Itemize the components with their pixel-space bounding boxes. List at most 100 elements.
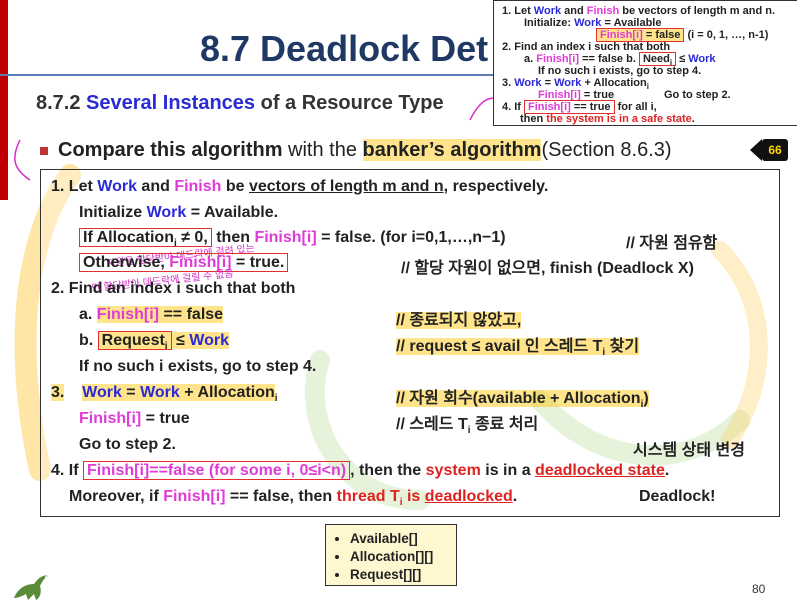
- algo-line-8: If no such i exists, go to step 4.: [79, 358, 317, 375]
- text: and: [136, 178, 175, 195]
- text: = true: [141, 410, 190, 427]
- safety-algorithm-inset: 1. Let Work and Finish be vectors of len…: [493, 0, 797, 126]
- subtitle-highlight: Several Instances: [86, 92, 256, 114]
- work-term: Work: [554, 77, 582, 89]
- finish-condition: Finish[i]==false (for some i, 0≤i<n): [83, 461, 351, 480]
- text: be: [221, 178, 249, 195]
- text: Otherwise,: [83, 254, 170, 271]
- text: (i = 0, 1, …, n-1): [684, 29, 769, 41]
- text: for all i,: [614, 101, 657, 113]
- subscript: i: [164, 341, 168, 353]
- text: a.: [524, 53, 537, 65]
- text: ): [643, 390, 649, 407]
- finish-term: Finish[i]: [96, 306, 160, 323]
- slide-ref-badge[interactable]: 66: [750, 139, 788, 161]
- text: is in a: [480, 462, 536, 479]
- bullet-square-icon: [40, 146, 48, 155]
- algo-line-3: If Allocationi ≠ 0, then Finish[i] = fal…: [79, 228, 506, 249]
- step-number: 3.: [51, 384, 65, 401]
- text: a.: [79, 306, 97, 323]
- text: .: [512, 488, 518, 505]
- subtitle-prefix: 8.7.2: [36, 92, 87, 114]
- algo-line-5: 2. Find an index i such that both: [51, 280, 296, 297]
- text: , then the: [350, 462, 426, 479]
- inset-finish-true-box: Finish[i] == true: [524, 100, 615, 114]
- finish-term: Finish: [174, 178, 222, 195]
- text: // 스레드 T: [396, 416, 468, 433]
- comment-not-finished: // 종료되지 않았고,: [396, 306, 522, 330]
- algo-line-7: b. Requesti ≤ Work: [79, 331, 229, 353]
- finish-term: Finish: [586, 5, 620, 17]
- text: , respectively.: [443, 178, 549, 195]
- text: Moreover, if: [69, 488, 164, 505]
- algorithm-box: 1. Let Work and Finish be vectors of len…: [40, 169, 780, 517]
- dinosaur-logo-icon: [14, 575, 48, 600]
- work-term: Work: [140, 384, 180, 401]
- algo-line-10: Finish[i] = true: [79, 410, 190, 428]
- request-term: Request: [101, 332, 165, 349]
- text: and: [561, 5, 587, 17]
- text: + Allocation: [179, 384, 275, 401]
- text: // 자원 회수(available + Allocation: [396, 390, 641, 407]
- text: .: [664, 462, 670, 479]
- subscript: i: [274, 393, 278, 405]
- text: ≤: [676, 53, 689, 65]
- text: Let: [68, 178, 98, 195]
- comment-holds-resource: // 자원 점유함: [626, 235, 718, 252]
- request-box: Requesti: [97, 331, 172, 353]
- text: == true: [570, 101, 611, 113]
- text: = false: [642, 29, 681, 41]
- finish-term: Finish[i]: [163, 488, 226, 505]
- work-term: Work: [189, 332, 229, 349]
- text: If Allocation: [83, 229, 174, 246]
- data-structures-box: Available[] Allocation[][] Request[][]: [325, 524, 457, 586]
- inset-line-9: 4. If Finish[i] == true for all i,: [502, 100, 657, 114]
- algo-line-2: Initialize Work = Available.: [79, 204, 278, 222]
- section-subtitle: 8.7.2 Several Instances of a Resource Ty…: [36, 92, 444, 115]
- work-term: Work: [146, 204, 187, 221]
- text: 3.: [502, 77, 515, 89]
- text: // request ≤ avail 인 스레드 T: [396, 338, 603, 355]
- note-state-change: 시스템 상태 변경: [633, 442, 745, 459]
- work-term: Work: [514, 77, 542, 89]
- text: == false: [159, 306, 224, 323]
- subscript: i: [646, 82, 649, 92]
- inset-goto-step2: Go to step 2.: [664, 89, 731, 101]
- text: be vectors of length m and n.: [619, 5, 776, 17]
- algo-line-11: Go to step 2.: [79, 436, 176, 453]
- finish-term: Finish[i]: [600, 29, 643, 41]
- text: .: [691, 113, 695, 125]
- note-deadlock: Deadlock!: [639, 488, 716, 505]
- text: == false: [579, 53, 624, 65]
- bankers-link-text: banker’s algorithm: [362, 139, 542, 161]
- inset-line-6: If no such i exists, go to step 4.: [538, 65, 702, 77]
- thread-term: thread T: [336, 488, 400, 505]
- ds-item-request: Request[][]: [350, 566, 456, 584]
- finish-term: Finish[i]: [528, 101, 571, 113]
- text: is: [402, 488, 425, 505]
- need-term: Need: [642, 53, 670, 65]
- safe-state-term: the system is in a safe state: [546, 113, 692, 125]
- text: + Allocation: [581, 77, 647, 89]
- text: 종료 처리: [470, 416, 539, 433]
- inset-line-1: 1. Let Work and Finish be vectors of len…: [502, 5, 775, 17]
- work-term: Work: [533, 5, 562, 17]
- algo-line-6: a. Finish[i] == false: [79, 306, 224, 324]
- deadlocked-state-term: deadlocked state: [535, 462, 665, 479]
- bullet-section: (Section 8.6.3): [541, 139, 672, 161]
- left-accent-bar: [0, 0, 8, 200]
- deadlocked-term: deadlocked: [424, 488, 513, 505]
- subtitle-suffix: of a Resource Type: [255, 92, 444, 114]
- comment-no-allocation: // 할당 자원이 없으면, finish (Deadlock X): [401, 260, 694, 277]
- work-term: Work: [688, 53, 716, 65]
- allocation-condition-box: If Allocationi ≠ 0,: [79, 228, 212, 249]
- inset-line-10: then the system is in a safe state.: [520, 113, 695, 125]
- inset-finish-box: Finish[i] = false: [596, 28, 685, 42]
- page-title: 8.7 Deadlock Det: [200, 28, 489, 69]
- text: b.: [79, 332, 98, 349]
- text: Initialize:: [524, 17, 575, 29]
- text: 1. Let: [502, 5, 534, 17]
- need-box: Needi: [638, 52, 677, 67]
- algo-line-13: Moreover, if Finish[i] == false, then th…: [69, 488, 517, 508]
- text: =: [121, 384, 141, 401]
